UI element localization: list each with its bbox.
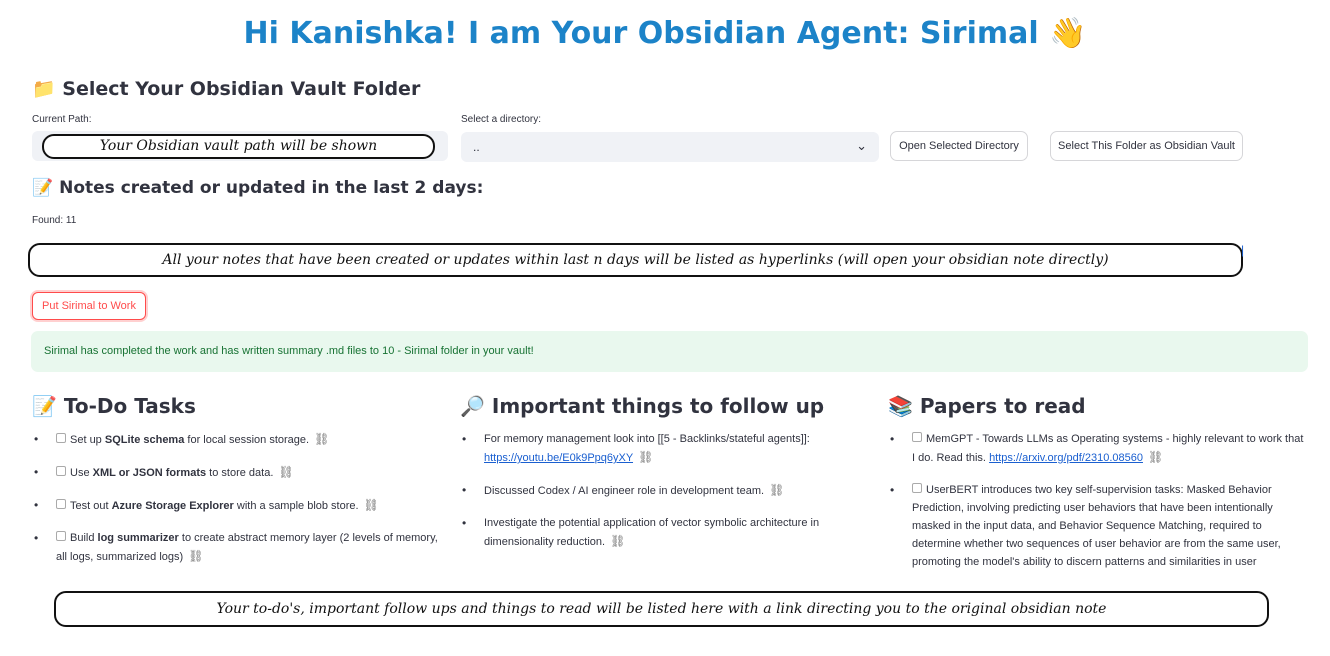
todo-2-pre: Use — [70, 467, 93, 479]
recent-notes-annotation: All your notes that have been created or… — [28, 243, 1243, 277]
todo-4-bold: log summarizer — [97, 532, 179, 544]
link-icon[interactable]: ⛓ — [278, 463, 293, 481]
papers-heading: 📚 Papers to read — [888, 394, 1086, 418]
path-annotation: Your Obsidian vault path will be shown — [42, 134, 435, 159]
todo-1-pre: Set up — [70, 434, 105, 446]
bottom-annotation: Your to-do's, important follow ups and t… — [54, 591, 1269, 627]
waving-hand-icon: 👋 — [1049, 16, 1087, 51]
todo-4-pre: Build — [70, 532, 98, 544]
checkbox[interactable] — [912, 483, 922, 493]
list-item: Test out Azure Storage Explorer with a s… — [32, 496, 447, 515]
list-item: UserBERT introduces two key self-supervi… — [888, 481, 1304, 571]
followup-1-link[interactable]: https://youtu.be/E0k9Ppq6yXY — [484, 452, 633, 464]
list-item: Build log summarizer to create abstract … — [32, 529, 447, 566]
link-icon[interactable]: ⛓ — [314, 430, 329, 448]
todo-list: Set up SQLite schema for local session s… — [32, 430, 447, 566]
directory-select[interactable]: .. ⌄ — [461, 132, 879, 162]
followup-heading-text: Important things to follow up — [491, 394, 825, 418]
found-count: Found: 11 — [32, 215, 77, 226]
link-icon[interactable]: ⛓ — [769, 481, 784, 499]
paper-2-text: UserBERT introduces two key self-supervi… — [912, 484, 1281, 568]
papers-list: MemGPT - Towards LLMs as Operating syste… — [888, 430, 1304, 573]
todo-3-bold: Azure Storage Explorer — [111, 500, 234, 512]
checkbox[interactable] — [56, 499, 66, 509]
list-item: Set up SQLite schema for local session s… — [32, 430, 447, 449]
magnifier-icon: 🔎 — [460, 394, 485, 418]
followup-list: For memory management look into [[5 - Ba… — [460, 430, 860, 551]
current-path-label: Current Path: — [32, 114, 92, 125]
todo-3-pre: Test out — [70, 500, 112, 512]
todo-1-post: for local session storage. — [184, 434, 310, 446]
chevron-down-icon: ⌄ — [856, 138, 867, 153]
todo-heading-text: To-Do Tasks — [63, 394, 196, 418]
papers-heading-text: Papers to read — [919, 394, 1086, 418]
link-icon[interactable]: ⛓ — [1148, 448, 1163, 466]
page-title-text: Hi Kanishka! I am Your Obsidian Agent: S… — [243, 16, 1039, 51]
checkbox[interactable] — [912, 432, 922, 442]
todo-1-bold: SQLite schema — [104, 434, 185, 446]
directory-select-value: .. — [473, 140, 480, 154]
followup-3-text: Investigate the potential application of… — [484, 517, 820, 548]
followup-1-text: For memory management look into [[5 - Ba… — [484, 433, 810, 445]
checkbox[interactable] — [56, 466, 66, 476]
list-item: Use XML or JSON formats to store data. ⛓ — [32, 463, 447, 482]
memo-icon: 📝 — [32, 394, 57, 418]
checkbox[interactable] — [56, 433, 66, 443]
open-selected-directory-button[interactable]: Open Selected Directory — [890, 131, 1028, 161]
vault-heading-text: Select Your Obsidian Vault Folder — [62, 78, 421, 100]
list-item: MemGPT - Towards LLMs as Operating syste… — [888, 430, 1304, 467]
followup-heading: 🔎 Important things to follow up — [460, 394, 824, 418]
success-message: Sirimal has completed the work and has w… — [31, 331, 1308, 372]
list-item: For memory management look into [[5 - Ba… — [460, 430, 860, 467]
select-directory-label: Select a directory: — [461, 114, 542, 125]
recent-notes-heading-text: Notes created or updated in the last 2 d… — [59, 178, 484, 198]
todo-heading: 📝 To-Do Tasks — [32, 394, 196, 418]
put-sirimal-to-work-button[interactable]: Put Sirimal to Work — [32, 292, 146, 320]
list-item: Investigate the potential application of… — [460, 514, 860, 551]
select-vault-folder-button[interactable]: Select This Folder as Obsidian Vault — [1050, 131, 1243, 161]
memo-icon: 📝 — [32, 178, 54, 198]
link-icon[interactable]: ⛓ — [364, 496, 379, 514]
checkbox[interactable] — [56, 531, 66, 541]
folder-icon: 📁 — [32, 78, 56, 100]
link-icon[interactable]: ⛓ — [188, 547, 203, 565]
list-item: Discussed Codex / AI engineer role in de… — [460, 481, 860, 500]
books-icon: 📚 — [888, 394, 913, 418]
vault-section-heading: 📁 Select Your Obsidian Vault Folder — [32, 77, 420, 100]
todo-3-post: with a sample blob store. — [233, 500, 359, 512]
paper-1-link[interactable]: https://arxiv.org/pdf/2310.08560 — [989, 452, 1143, 464]
todo-2-post: to store data. — [206, 467, 274, 479]
recent-notes-heading: 📝 Notes created or updated in the last 2… — [32, 178, 483, 198]
link-icon[interactable]: ⛓ — [610, 532, 625, 550]
link-icon[interactable]: ⛓ — [638, 448, 653, 466]
followup-2-text: Discussed Codex / AI engineer role in de… — [484, 485, 765, 497]
hidden-note-link[interactable]: | — [1241, 243, 1244, 257]
page-title: Hi Kanishka! I am Your Obsidian Agent: S… — [0, 16, 1330, 51]
todo-2-bold: XML or JSON formats — [92, 467, 207, 479]
